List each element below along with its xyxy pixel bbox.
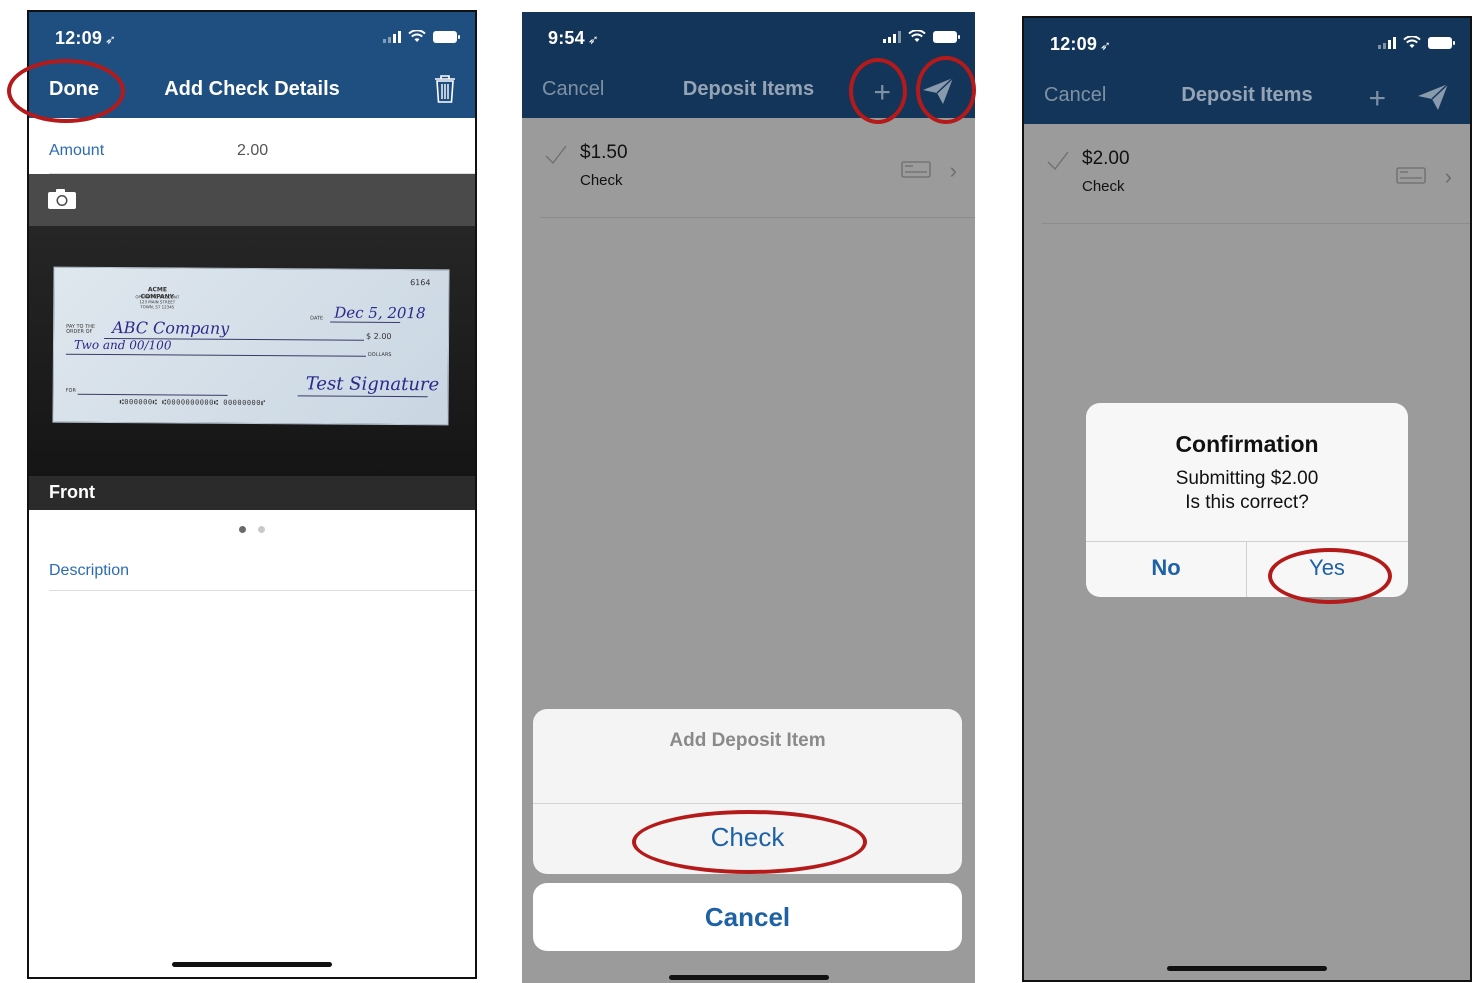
nav-bar: Cancel Deposit Items +: [522, 64, 975, 118]
add-check-details-screen: 12:09 ➶ Done Add Check Details Amount 2.0…: [27, 10, 477, 979]
alert-message-line2: Is this correct?: [1185, 492, 1309, 513]
check-date-line: [330, 321, 401, 324]
location-arrow-icon: ➶: [105, 32, 117, 47]
alert-message: Submitting $2.00 Is this correct?: [1086, 467, 1408, 515]
page-title: Add Check Details: [164, 78, 340, 100]
wifi-icon: [1403, 36, 1421, 48]
send-icon[interactable]: [921, 76, 955, 106]
checkmark-icon: [545, 145, 567, 165]
sheet-cancel-label: Cancel: [704, 902, 791, 932]
check-image: ACME COMPANY OPERATING ACCOUNT 123 MAIN …: [52, 266, 450, 426]
check-written-amount: Two and 00/100: [73, 337, 172, 353]
amount-field[interactable]: Amount 2.00: [49, 138, 475, 174]
yes-button[interactable]: Yes: [1247, 555, 1407, 581]
plus-icon[interactable]: +: [873, 76, 891, 110]
status-icons: [1378, 36, 1455, 49]
battery-icon: [933, 30, 960, 43]
alert-title: Confirmation: [1175, 431, 1319, 457]
page-title: Deposit Items: [1181, 84, 1313, 106]
nav-bar: Cancel Deposit Items +: [1024, 70, 1470, 124]
location-arrow-icon: ➶: [587, 32, 599, 47]
check-option-button[interactable]: Check: [533, 822, 962, 853]
check-company-line4: TOWN, ST 12345: [140, 304, 175, 310]
nav-bar: Done Add Check Details: [29, 64, 475, 118]
page-dot: [258, 526, 265, 533]
status-bar: 9:54 ➶: [522, 12, 975, 64]
sheet-cancel-button[interactable]: Cancel: [533, 883, 962, 951]
no-button[interactable]: No: [1086, 555, 1246, 581]
status-bar: 12:09 ➶: [29, 12, 475, 64]
check-for-label: FOR: [65, 387, 77, 394]
deposit-item-row[interactable]: $2.00 Check ›: [1042, 124, 1470, 224]
check-for-line: [77, 393, 228, 396]
deposit-confirmation-screen: 12:09 ➶ Cancel Deposit Items + $2.00 Chec…: [1022, 16, 1472, 982]
page-dot-active: [239, 526, 246, 533]
check-card-icon: [901, 161, 931, 178]
status-time: 9:54 ➶: [548, 28, 599, 48]
check-date-label: DATE: [310, 315, 324, 322]
check-written-line: [65, 353, 366, 357]
page-indicator[interactable]: [29, 526, 475, 536]
deposit-item-row[interactable]: $1.50 Check ›: [540, 118, 975, 218]
check-dollars-label: DOLLARS: [367, 351, 392, 358]
checkmark-icon: [1047, 151, 1069, 171]
sheet-title: Add Deposit Item: [669, 730, 826, 751]
alert-message-line1: Submitting $2.00: [1175, 468, 1319, 489]
item-type: Check: [1082, 178, 1125, 195]
plus-icon[interactable]: +: [1368, 82, 1386, 116]
photo-frame: ACME COMPANY OPERATING ACCOUNT 123 MAIN …: [29, 226, 475, 476]
check-payee: ABC Company: [112, 318, 230, 338]
send-icon[interactable]: [1416, 82, 1450, 112]
check-signature-line: [297, 395, 428, 398]
check-signature: Test Signature: [305, 373, 440, 396]
check-card-icon: [1396, 167, 1426, 184]
camera-bar: [29, 174, 475, 226]
home-indicator[interactable]: [668, 975, 829, 980]
status-time: 12:09 ➶: [1050, 34, 1112, 54]
check-amount-box: $ 2.00: [366, 331, 392, 341]
description-label: Description: [49, 562, 130, 579]
home-indicator[interactable]: [172, 962, 332, 967]
sheet-divider: [533, 803, 962, 804]
check-photo[interactable]: ACME COMPANY OPERATING ACCOUNT 123 MAIN …: [29, 226, 475, 510]
home-indicator[interactable]: [1167, 966, 1327, 971]
amount-label: Amount: [49, 142, 105, 159]
status-icons: [883, 30, 960, 43]
check-micr-line: ⑆000000⑆ ⑆0000000000⑆ 00000000⑈: [119, 398, 266, 408]
confirmation-alert: Confirmation Submitting $2.00 Is this co…: [1086, 403, 1408, 597]
description-field[interactable]: Description: [49, 553, 475, 591]
chevron-right-icon: ›: [949, 158, 957, 183]
item-amount: $1.50: [580, 142, 628, 163]
page-title: Deposit Items: [682, 78, 815, 100]
wifi-icon: [408, 30, 426, 42]
cellular-signal-icon: [1378, 36, 1396, 49]
battery-icon: [1428, 36, 1455, 49]
check-payto-label: PAY TO THE ORDER OF: [66, 323, 96, 335]
battery-icon: [433, 30, 460, 43]
chevron-right-icon: ›: [1444, 164, 1452, 189]
check-number: 6164: [410, 278, 431, 288]
check-date: Dec 5, 2018: [334, 303, 426, 323]
amount-value[interactable]: 2.00: [237, 142, 268, 160]
alert-divider: [1086, 541, 1408, 542]
deposit-items-action-sheet-screen: 9:54 ➶ Cancel Deposit Items + $1.50 Check…: [522, 12, 975, 983]
photo-side-bar: Front: [29, 476, 475, 510]
add-deposit-item-sheet: Add Deposit Item Check: [533, 709, 962, 874]
status-icons: [383, 30, 460, 43]
item-amount: $2.00: [1082, 148, 1130, 169]
status-time: 12:09 ➶: [55, 28, 117, 48]
camera-icon[interactable]: [47, 188, 77, 210]
location-arrow-icon: ➶: [1100, 38, 1112, 53]
cellular-signal-icon: [883, 30, 901, 43]
wifi-icon: [908, 30, 926, 42]
cellular-signal-icon: [383, 30, 401, 43]
status-bar: 12:09 ➶: [1024, 18, 1470, 70]
trash-icon[interactable]: [433, 74, 457, 104]
photo-side-label: Front: [49, 482, 95, 502]
item-type: Check: [580, 172, 623, 189]
